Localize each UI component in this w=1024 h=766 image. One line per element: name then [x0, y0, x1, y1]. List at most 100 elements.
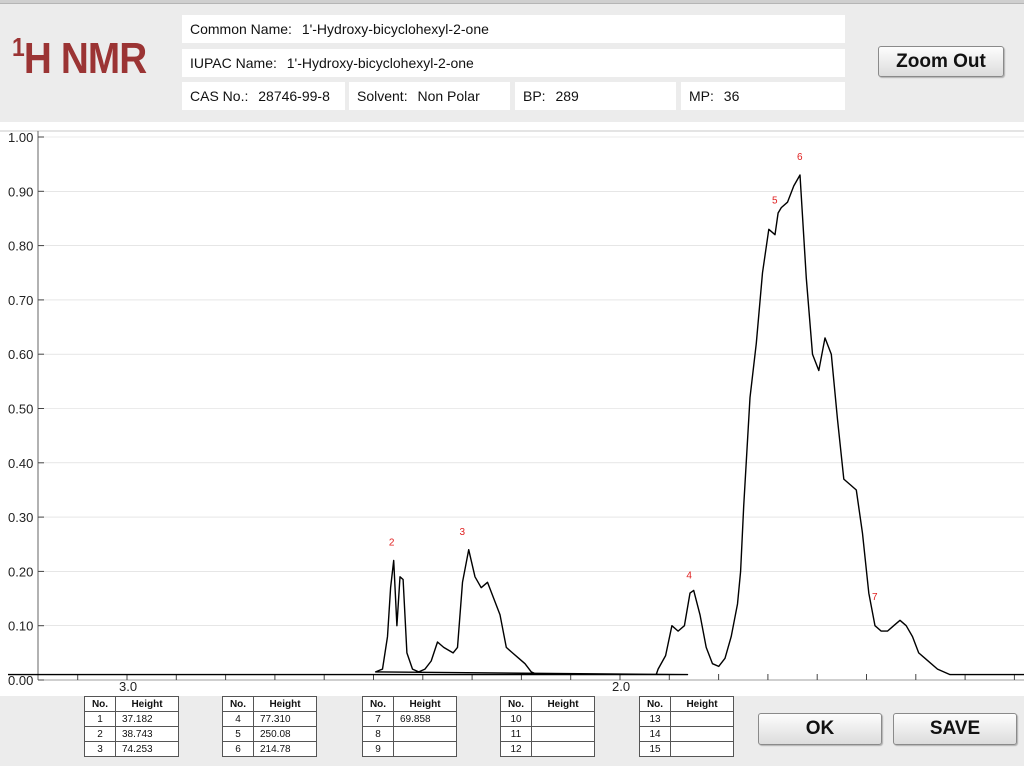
peak-height	[670, 711, 734, 727]
peak-height: 69.858	[393, 711, 457, 727]
table-row: 8	[362, 726, 457, 742]
mp-label: MP:	[689, 88, 714, 104]
peak-height	[393, 726, 457, 742]
peak-height: 37.182	[115, 711, 179, 727]
table-row: 2 38.743	[84, 726, 179, 742]
y-tick-label: 0.30	[8, 510, 33, 525]
x-tick-label: 2.0	[612, 679, 630, 694]
table-row: 9	[362, 741, 457, 757]
peak-table-5: No. Height 13 14 15	[639, 696, 734, 757]
cas-field: CAS No.: 28746-99-8	[182, 82, 345, 110]
col-header-height: Height	[393, 696, 457, 712]
peak-number: 13	[639, 711, 671, 727]
peak-table-2: No. Height 4 77.310 5 250.08 6 214.78	[222, 696, 317, 757]
table-row: 4 77.310	[222, 711, 317, 727]
table-row: 11	[500, 726, 595, 742]
logo-superscript: 1	[12, 32, 25, 62]
peak-number: 5	[222, 726, 254, 742]
peak-number: 15	[639, 741, 671, 757]
y-tick-label: 0.20	[8, 564, 33, 579]
col-header-height: Height	[115, 696, 179, 712]
peak-label-7: 7	[872, 592, 878, 603]
peak-height: 74.253	[115, 741, 179, 757]
iupac-name-label: IUPAC Name:	[190, 55, 277, 71]
mp-value: 36	[723, 88, 740, 104]
peak-number: 7	[362, 711, 394, 727]
table-row: 7 69.858	[362, 711, 457, 727]
table-row: 10	[500, 711, 595, 727]
cas-label: CAS No.:	[190, 88, 249, 104]
peak-height	[531, 726, 595, 742]
col-header-height: Height	[670, 696, 734, 712]
col-header-height: Height	[253, 696, 317, 712]
col-header-no: No.	[84, 696, 116, 712]
table-row: 14	[639, 726, 734, 742]
peak-table-1: No. Height 1 37.182 2 38.743 3 74.253	[84, 696, 179, 757]
peak-table-3: No. Height 7 69.858 8 9	[362, 696, 457, 757]
save-button[interactable]: SAVE	[893, 713, 1017, 745]
y-tick-label: 0.90	[8, 184, 33, 199]
col-header-height: Height	[531, 696, 595, 712]
ok-button[interactable]: OK	[758, 713, 882, 745]
peak-height: 214.78	[253, 741, 317, 757]
peak-number: 2	[84, 726, 116, 742]
y-tick-label: 0.70	[8, 293, 33, 308]
peak-height	[670, 726, 734, 742]
peak-label-5: 5	[772, 196, 778, 207]
col-header-no: No.	[222, 696, 254, 712]
chart-background	[0, 122, 1024, 696]
zoom-out-button[interactable]: Zoom Out	[878, 46, 1004, 77]
peak-height	[393, 741, 457, 757]
common-name-field: Common Name: 1'-Hydroxy-bicyclohexyl-2-o…	[182, 15, 845, 43]
table-row: 15	[639, 741, 734, 757]
peak-height: 250.08	[253, 726, 317, 742]
common-name-value: 1'-Hydroxy-bicyclohexyl-2-one	[301, 21, 489, 37]
bp-label: BP:	[523, 88, 546, 104]
col-header-no: No.	[500, 696, 532, 712]
peak-height: 77.310	[253, 711, 317, 727]
peak-number: 11	[500, 726, 532, 742]
y-tick-label: 0.50	[8, 402, 33, 417]
table-row: 13	[639, 711, 734, 727]
y-tick-label: 1.00	[8, 130, 33, 145]
y-tick-label: 0.80	[8, 239, 33, 254]
mp-field: MP: 36	[681, 82, 845, 110]
solvent-field: Solvent: Non Polar	[349, 82, 510, 110]
cas-value: 28746-99-8	[258, 88, 330, 104]
bp-value: 289	[555, 88, 579, 104]
peak-height	[531, 711, 595, 727]
peak-number: 8	[362, 726, 394, 742]
table-row: 1 37.182	[84, 711, 179, 727]
peak-table-4: No. Height 10 11 12	[500, 696, 595, 757]
logo-text: H NMR	[23, 34, 147, 83]
iupac-name-field: IUPAC Name: 1'-Hydroxy-bicyclohexyl-2-on…	[182, 49, 845, 77]
solvent-label: Solvent:	[357, 88, 408, 104]
peak-label-4: 4	[686, 570, 692, 581]
peak-number: 9	[362, 741, 394, 757]
peak-label-2: 2	[389, 538, 395, 549]
table-row: 5 250.08	[222, 726, 317, 742]
col-header-no: No.	[362, 696, 394, 712]
nmr-spectrum-chart[interactable]: 1.00 0.90 0.80 0.70 0.60 0.50 0.40 0.30 0.20 0.10…	[0, 122, 1024, 696]
iupac-name-value: 1'-Hydroxy-bicyclohexyl-2-one	[286, 55, 474, 71]
peak-number: 3	[84, 741, 116, 757]
table-row: 6 214.78	[222, 741, 317, 757]
peak-label-3: 3	[460, 527, 466, 538]
solvent-value: Non Polar	[417, 88, 480, 104]
peak-number: 12	[500, 741, 532, 757]
col-header-no: No.	[639, 696, 671, 712]
common-name-label: Common Name:	[190, 21, 292, 37]
peak-height	[670, 741, 734, 757]
table-row: 12	[500, 741, 595, 757]
peak-height	[531, 741, 595, 757]
peak-height: 38.743	[115, 726, 179, 742]
peak-number: 4	[222, 711, 254, 727]
nmr-logo: 1H NMR	[12, 32, 147, 84]
x-tick-label: 3.0	[119, 679, 137, 694]
peak-number: 10	[500, 711, 532, 727]
y-tick-label: 0.10	[8, 619, 33, 634]
peak-number: 6	[222, 741, 254, 757]
bp-field: BP: 289	[515, 82, 676, 110]
table-row: 3 74.253	[84, 741, 179, 757]
peak-number: 14	[639, 726, 671, 742]
